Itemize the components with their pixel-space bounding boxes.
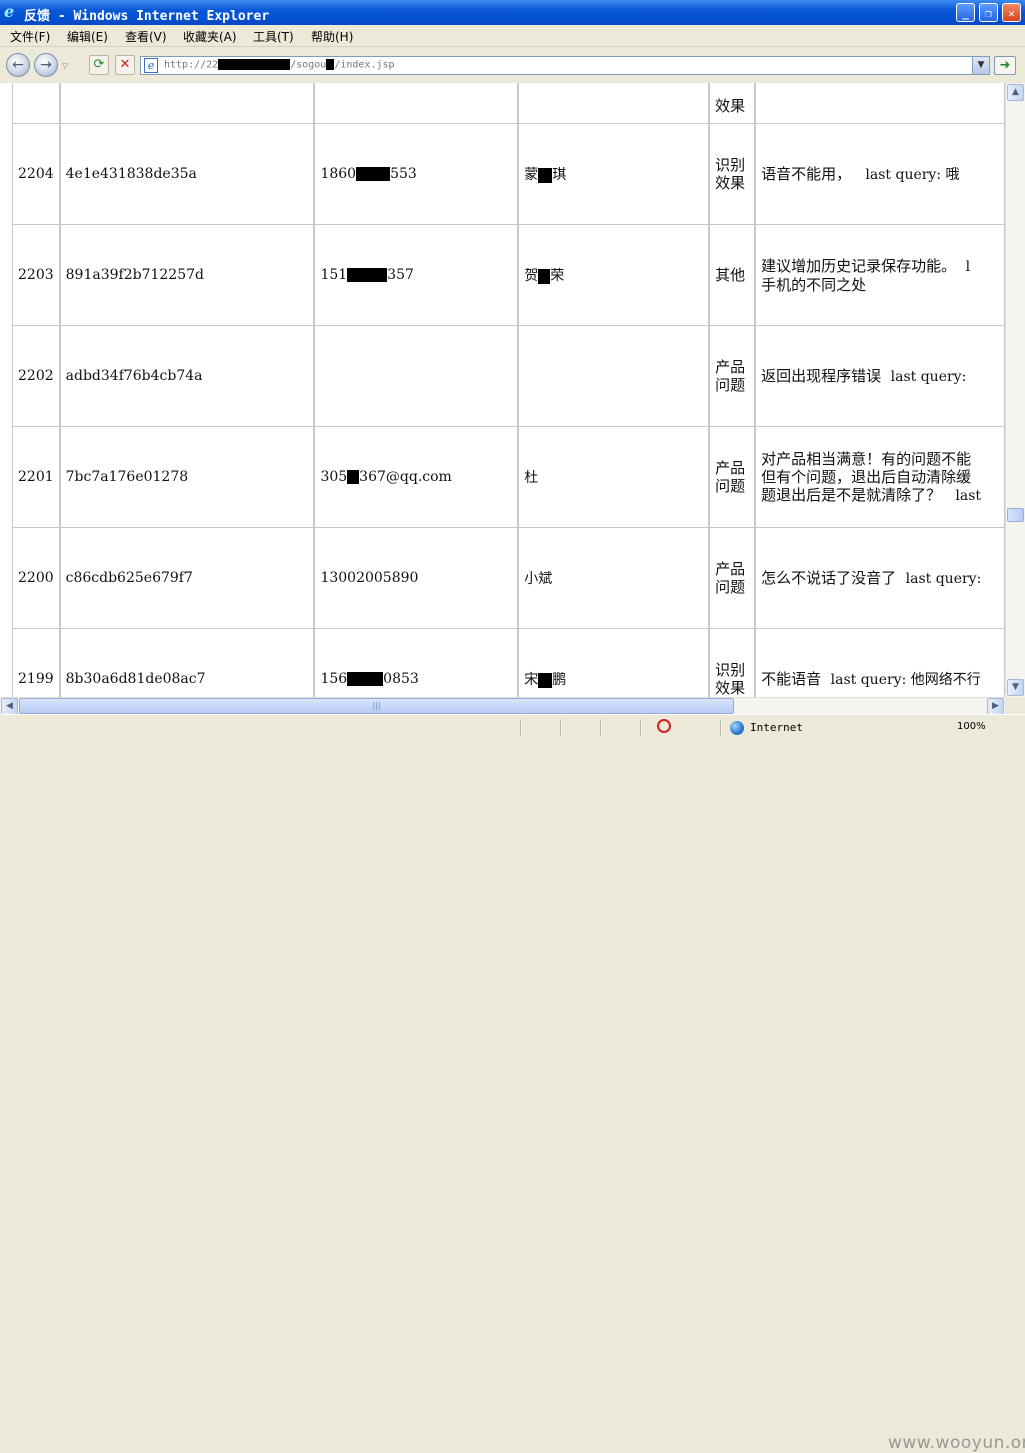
contact-cell: 1860 553 <box>314 124 519 225</box>
hash-cell: 8b30a6d81de08ac7 <box>59 629 315 697</box>
feedback-cell: 建议增加历史记录保存功能。 l 手机的不同之处 <box>755 225 1005 326</box>
zoom-level[interactable]: 100% <box>957 721 986 732</box>
category-cell: 识别效果 <box>715 156 746 192</box>
feedback-cell: 返回出现程序错误 last query: <box>755 326 1005 427</box>
status-bar: Internet 100% www.wooyun.org <box>0 714 1025 1453</box>
refresh-button[interactable]: ⟳ <box>89 55 109 75</box>
back-button[interactable]: ← <box>6 53 30 77</box>
popup-blocked-icon[interactable] <box>657 719 671 733</box>
category-cell: 效果 <box>715 97 746 115</box>
horizontal-scroll-thumb[interactable]: ||| <box>19 698 734 714</box>
name-cell: 贺荣 <box>518 225 710 326</box>
menu-help[interactable]: 帮助(H) <box>311 28 353 45</box>
watermark: www.wooyun.org <box>888 1433 1025 1453</box>
hash-cell: adbd34f76b4cb74a <box>59 326 315 427</box>
address-toolbar: ← → ▽ ⟳ ✕ e http://22/sogou/index.jsp ▼ … <box>0 47 1025 84</box>
close-button[interactable]: ✕ <box>1002 3 1021 22</box>
redacted-block <box>538 268 551 284</box>
feedback-cell: 对产品相当满意！有的问题不能 但有个问题，退出后自动清除缓 题退出后是不是就清除了？… <box>755 427 1005 528</box>
address-dropdown-icon[interactable]: ▼ <box>972 57 989 74</box>
redacted-block <box>347 268 388 282</box>
id-cell: 2199 <box>12 629 60 697</box>
scroll-up-icon[interactable]: ▲ <box>1007 84 1024 101</box>
redacted-block <box>538 167 553 183</box>
id-cell: 2202 <box>12 326 60 427</box>
contact-cell: 13002005890 <box>314 528 519 629</box>
vertical-scroll-thumb[interactable] <box>1007 508 1024 522</box>
contact-cell: 156 0853 <box>314 629 519 697</box>
table-row: 2202 adbd34f76b4cb74a 产品问题 返回出现程序错误 last… <box>12 326 1005 427</box>
name-cell: 杜 <box>518 427 710 528</box>
feedback-table: 效果 2204 4e1e431838de35a 1860 553 蒙琪 识别效果 … <box>12 83 1005 697</box>
redacted-block <box>347 470 360 484</box>
category-cell: 产品问题 <box>715 358 746 394</box>
name-cell <box>518 326 710 427</box>
hash-cell: 4e1e431838de35a <box>59 124 315 225</box>
name-cell: 蒙琪 <box>518 124 710 225</box>
redacted-block <box>218 59 291 70</box>
menu-view[interactable]: 查看(V) <box>125 28 167 45</box>
name-cell: 宋鹏 <box>518 629 710 697</box>
id-cell: 2201 <box>12 427 60 528</box>
horizontal-scrollbar[interactable]: ◀ ||| ▶ <box>0 697 1005 715</box>
contact-cell: 151 357 <box>314 225 519 326</box>
menu-edit[interactable]: 编辑(E) <box>67 28 108 45</box>
url-text: http://22/sogou/index.jsp <box>164 59 395 71</box>
window-title: 反馈 - Windows Internet Explorer <box>24 9 270 24</box>
redacted-block <box>538 672 553 688</box>
scroll-down-icon[interactable]: ▼ <box>1007 679 1024 696</box>
history-dropdown-icon[interactable]: ▽ <box>62 61 68 70</box>
feedback-cell: 语音不能用， last query: 哦 <box>755 124 1005 225</box>
redacted-block <box>356 167 391 181</box>
hash-cell: c86cdb625e679f7 <box>59 528 315 629</box>
page-viewport: 效果 2204 4e1e431838de35a 1860 553 蒙琪 识别效果 … <box>0 83 1005 697</box>
maximize-button[interactable]: ❐ <box>979 3 998 22</box>
menu-file[interactable]: 文件(F) <box>10 28 50 45</box>
feedback-cell: 怎么不说话了没音了 last query: <box>755 528 1005 629</box>
table-row: 效果 <box>12 83 1005 124</box>
hash-cell: 891a39f2b712257d <box>59 225 315 326</box>
id-cell: 2204 <box>12 124 60 225</box>
category-cell: 产品问题 <box>715 560 746 596</box>
table-row: 2204 4e1e431838de35a 1860 553 蒙琪 识别效果 语音不… <box>12 124 1005 225</box>
security-zone-label[interactable]: Internet <box>750 721 803 734</box>
category-cell: 其他 <box>715 266 746 284</box>
menu-bar: 文件(F) 编辑(E) 查看(V) 收藏夹(A) 工具(T) 帮助(H) <box>0 25 1025 47</box>
id-cell: 2200 <box>12 528 60 629</box>
contact-cell <box>314 326 519 427</box>
redacted-block <box>347 672 384 686</box>
hash-cell: 7bc7a176e01278 <box>59 427 315 528</box>
scrollbar-corner <box>1005 697 1025 714</box>
address-input[interactable]: e http://22/sogou/index.jsp ▼ <box>140 56 990 75</box>
name-cell: 小斌 <box>518 528 710 629</box>
table-row: 2199 8b30a6d81de08ac7 156 0853 宋鹏 识别效果 不能… <box>12 629 1005 697</box>
page-icon: e <box>144 58 158 73</box>
menu-favorites[interactable]: 收藏夹(A) <box>183 28 237 45</box>
table-row: 2201 7bc7a176e01278 305 367@qq.com 杜 产品问题… <box>12 427 1005 528</box>
category-cell: 识别效果 <box>715 661 746 697</box>
stop-button[interactable]: ✕ <box>115 55 135 75</box>
category-cell: 产品问题 <box>715 459 746 495</box>
table-row: 2203 891a39f2b712257d 151 357 贺荣 其他 建议增加历… <box>12 225 1005 326</box>
scroll-right-icon[interactable]: ▶ <box>987 698 1004 715</box>
ie-logo-icon: e <box>4 2 15 21</box>
go-button[interactable]: ➜ <box>994 56 1016 75</box>
internet-zone-icon <box>730 721 744 735</box>
id-cell: 2203 <box>12 225 60 326</box>
vertical-scrollbar[interactable]: ▲ ▼ <box>1005 83 1025 697</box>
forward-button[interactable]: → <box>34 53 58 77</box>
menu-tools[interactable]: 工具(T) <box>253 28 294 45</box>
feedback-cell: 不能语音 last query: 他网络不行 <box>755 629 1005 697</box>
contact-cell: 305 367@qq.com <box>314 427 519 528</box>
minimize-button[interactable]: _ <box>956 3 975 22</box>
table-row: 2200 c86cdb625e679f7 13002005890 小斌 产品问题… <box>12 528 1005 629</box>
scroll-left-icon[interactable]: ◀ <box>1 698 18 715</box>
title-bar: e 反馈 - Windows Internet Explorer _ ❐ ✕ <box>0 0 1025 25</box>
